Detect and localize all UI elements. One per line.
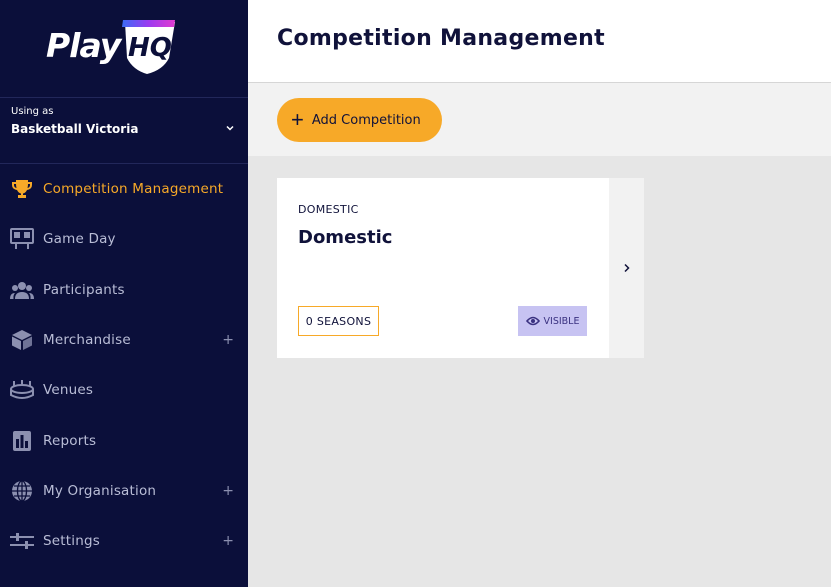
page-header: Competition Management (248, 0, 831, 83)
svg-text:HQ: HQ (128, 33, 172, 63)
sidebar: Play HQ Using as Basketball Victoria Com… (0, 0, 248, 587)
sidebar-item-label: Venues (43, 382, 94, 399)
trophy-icon (10, 177, 34, 201)
chevron-right-icon (623, 263, 630, 273)
sidebar-item-label: Participants (43, 281, 125, 298)
competition-title: Domestic (298, 227, 393, 248)
logo-area: Play HQ (0, 0, 248, 98)
logo-play-text: Play (46, 26, 121, 65)
stadium-icon (10, 378, 34, 402)
sliders-icon (10, 529, 34, 553)
competition-card[interactable]: DOMESTIC Domestic 0 SEASONS VISIBLE (277, 178, 609, 358)
sidebar-item-participants[interactable]: Participants (0, 265, 248, 315)
seasons-count-badge: 0 SEASONS (298, 306, 379, 336)
expand-plus-icon[interactable]: + (222, 483, 234, 499)
sidebar-item-venues[interactable]: Venues (0, 365, 248, 415)
competition-type: DOMESTIC (298, 203, 359, 216)
expand-plus-icon[interactable]: + (222, 332, 234, 348)
add-competition-button[interactable]: + Add Competition (277, 98, 442, 142)
add-competition-label: Add Competition (311, 112, 421, 128)
eye-icon (525, 316, 540, 326)
box-icon (10, 328, 34, 352)
chevron-down-icon (226, 125, 234, 131)
org-switcher[interactable]: Using as Basketball Victoria (0, 98, 248, 164)
card-open-button[interactable] (609, 178, 644, 358)
people-icon (10, 278, 34, 302)
sidebar-item-label: Competition Management (43, 181, 224, 198)
toolbar: + Add Competition (248, 83, 831, 156)
sidebar-nav: Competition Management Game Day Particip… (0, 164, 248, 566)
sidebar-item-game-day[interactable]: Game Day (0, 214, 248, 264)
plus-icon: + (291, 107, 304, 132)
visibility-badge: VISIBLE (518, 306, 587, 336)
sidebar-item-label: Game Day (43, 231, 116, 248)
sidebar-item-competition-management[interactable]: Competition Management (0, 164, 248, 214)
expand-plus-icon[interactable]: + (222, 533, 234, 549)
sidebar-item-label: My Organisation (43, 482, 157, 499)
visibility-label: VISIBLE (543, 315, 580, 327)
scoreboard-icon (10, 227, 34, 251)
sidebar-item-label: Reports (43, 432, 97, 449)
sidebar-item-label: Merchandise (43, 332, 131, 349)
sidebar-item-settings[interactable]: Settings + (0, 516, 248, 566)
sidebar-item-label: Settings (43, 533, 100, 550)
sidebar-item-my-organisation[interactable]: My Organisation + (0, 466, 248, 516)
page-title: Competition Management (277, 26, 605, 51)
org-name: Basketball Victoria (11, 122, 139, 136)
sidebar-item-merchandise[interactable]: Merchandise + (0, 315, 248, 365)
globe-icon (10, 479, 34, 503)
report-icon (10, 429, 34, 453)
org-using-label: Using as (11, 106, 54, 117)
logo-hq-shield: HQ (122, 20, 175, 74)
sidebar-item-reports[interactable]: Reports (0, 415, 248, 465)
